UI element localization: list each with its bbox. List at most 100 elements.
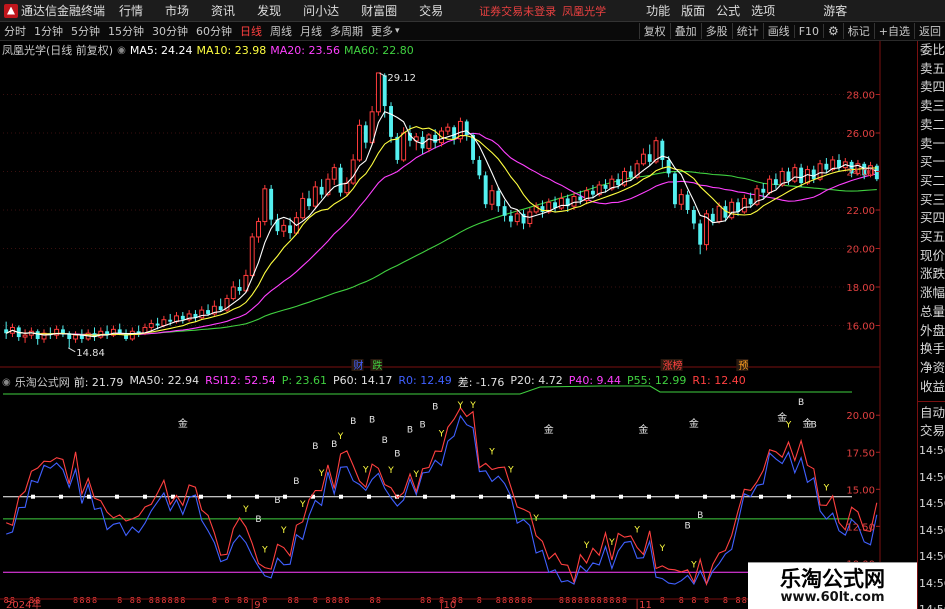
- candle-body-up: [558, 197, 564, 209]
- order-book-tab-14[interactable]: 总量: [918, 303, 945, 322]
- period-tab-weekly[interactable]: 周线: [266, 23, 296, 39]
- tool-add-watchlist[interactable]: +自选: [873, 23, 914, 39]
- chart-area[interactable]: 16.00 18.00 20.00 22.00 24.00 26.00 28.00 29.12…: [0, 41, 917, 609]
- candle-body-up: [741, 197, 747, 213]
- order-book-tab-4[interactable]: 卖二: [918, 116, 945, 135]
- candle-body-up: [767, 178, 773, 194]
- bottom-signal: 8: [508, 596, 513, 605]
- indicator-value-8: P40: 9.44: [568, 374, 622, 387]
- candle-body-up: [148, 323, 154, 328]
- order-book-tab-1[interactable]: 卖五: [918, 60, 945, 79]
- tool-overlay[interactable]: 叠加: [669, 23, 701, 39]
- white-ref-dot: [731, 494, 735, 499]
- indicator-settings-icon[interactable]: ◉: [2, 377, 11, 388]
- buy-marker-b: B: [394, 449, 400, 459]
- menu-discover[interactable]: 发现: [257, 2, 281, 19]
- candle-body-up: [716, 205, 722, 223]
- order-book-tab-11[interactable]: 现价: [918, 247, 945, 266]
- order-book-tab-16[interactable]: 换手: [918, 340, 945, 359]
- signal-marker-y: Y: [690, 560, 697, 570]
- candle-body-up: [445, 126, 451, 132]
- menu-wealth[interactable]: 财富圈: [361, 2, 397, 19]
- bottom-signal: 8: [325, 596, 330, 605]
- login-warning[interactable]: 证券交易未登录: [479, 3, 556, 19]
- order-book-tab-5[interactable]: 卖一: [918, 135, 945, 154]
- white-ref-dot: [199, 494, 203, 499]
- order-book-tab-0[interactable]: 委比: [918, 41, 945, 60]
- candle-body-up: [199, 309, 205, 319]
- right-tab-strip: 委比 卖五 卖四 卖三 卖二 卖一 买一 买二 买三 买四 买五 现价 涨跌 涨幅 总量 外盘 换手 净资 收益 自…: [917, 41, 945, 609]
- ma20-polyline: [5, 132, 877, 336]
- order-book-tab-17[interactable]: 净资: [918, 359, 945, 378]
- white-ref-dot: [227, 494, 231, 499]
- order-book-tab-10[interactable]: 买五: [918, 228, 945, 247]
- candle-body-up: [357, 124, 362, 161]
- menu-layout[interactable]: 版面: [681, 2, 705, 19]
- period-tab-monthly[interactable]: 月线: [296, 23, 326, 39]
- buy-marker-b: B: [293, 477, 299, 487]
- order-book-tab-6[interactable]: 买一: [918, 153, 945, 172]
- menu-assistant[interactable]: 问小达: [303, 2, 339, 19]
- menu-function[interactable]: 功能: [646, 2, 670, 19]
- tool-gear[interactable]: ⚙: [823, 24, 843, 38]
- menu-news[interactable]: 资讯: [211, 2, 235, 19]
- more-dropdown-icon[interactable]: ▾: [395, 26, 400, 36]
- candle-body-down: [603, 184, 608, 189]
- period-tab-daily[interactable]: 日线: [236, 23, 266, 39]
- bottom-signal: 8: [370, 596, 375, 605]
- candle-body-down: [748, 198, 753, 205]
- order-book-tab-15[interactable]: 外盘: [918, 322, 945, 341]
- menu-trade[interactable]: 交易: [419, 2, 443, 19]
- order-book-tab-2[interactable]: 卖四: [918, 78, 945, 97]
- time-axis-label-1: 14:56: [919, 470, 945, 484]
- bottom-signal: 8: [622, 596, 627, 605]
- tool-mark[interactable]: 标记: [842, 23, 874, 39]
- bottom-signal: 8: [521, 596, 526, 605]
- ma10-polyline: [5, 126, 877, 336]
- candle-body-down: [338, 167, 343, 193]
- period-tab-30min[interactable]: 30分钟: [148, 23, 192, 39]
- candle-body-down: [628, 171, 633, 178]
- candle-body-down: [60, 329, 65, 334]
- period-tab-1min[interactable]: 1分钟: [30, 23, 67, 39]
- indicator-axis: 10.0012.5015.0017.5020.00: [846, 411, 880, 570]
- period-tab-intraday[interactable]: 分时: [0, 23, 30, 39]
- menu-market[interactable]: 行情: [119, 2, 143, 19]
- signal-marker-y: Y: [659, 544, 666, 554]
- low-pointer: [68, 347, 76, 353]
- period-tab-15min[interactable]: 15分钟: [104, 23, 148, 39]
- indicator-values: 前: 21.79 MA50: 22.94 RSI12: 52.54 P: 23.61 P…: [74, 374, 752, 390]
- order-book-tab-12[interactable]: 涨跌: [918, 265, 945, 284]
- tool-statistics[interactable]: 统计: [731, 23, 763, 39]
- tool-multi-stock[interactable]: 多股: [700, 23, 732, 39]
- date-tick-label: 2024年: [6, 598, 41, 609]
- time-axis-label-0: 14:56: [919, 444, 945, 458]
- candle-body-down: [773, 179, 778, 185]
- candle-body-up: [331, 167, 337, 180]
- order-book-tab-8[interactable]: 买三: [918, 191, 945, 210]
- order-book-tab-9[interactable]: 买四: [918, 209, 945, 228]
- tool-draw[interactable]: 画线: [762, 23, 794, 39]
- bottom-signal: 8: [224, 596, 229, 605]
- candle-body-up: [804, 169, 810, 184]
- menu-formula[interactable]: 公式: [716, 2, 740, 19]
- buy-marker-b: B: [331, 440, 337, 450]
- period-tab-more[interactable]: 更多: [367, 23, 397, 39]
- bottom-signal: 8: [660, 596, 665, 605]
- order-book-tab-7[interactable]: 买二: [918, 172, 945, 191]
- trade-tab-0[interactable]: 自动: [918, 404, 945, 422]
- period-tab-60min[interactable]: 60分钟: [192, 23, 236, 39]
- period-tab-5min[interactable]: 5分钟: [67, 23, 104, 39]
- period-tab-multi[interactable]: 多周期: [326, 23, 367, 39]
- chart-settings-icon[interactable]: ◉: [117, 45, 126, 56]
- guest-account[interactable]: 游客: [823, 2, 847, 19]
- menu-market-board[interactable]: 市场: [165, 2, 189, 19]
- tool-adjust[interactable]: 复权: [638, 23, 670, 39]
- tool-back[interactable]: 返回: [914, 23, 945, 39]
- event-marker: 预: [738, 360, 748, 372]
- tool-f10[interactable]: F10: [793, 24, 823, 38]
- order-book-tab-3[interactable]: 卖三: [918, 97, 945, 116]
- menu-options[interactable]: 选项: [751, 2, 775, 19]
- order-book-tab-13[interactable]: 涨幅: [918, 284, 945, 303]
- order-book-tab-18[interactable]: 收益: [918, 378, 945, 397]
